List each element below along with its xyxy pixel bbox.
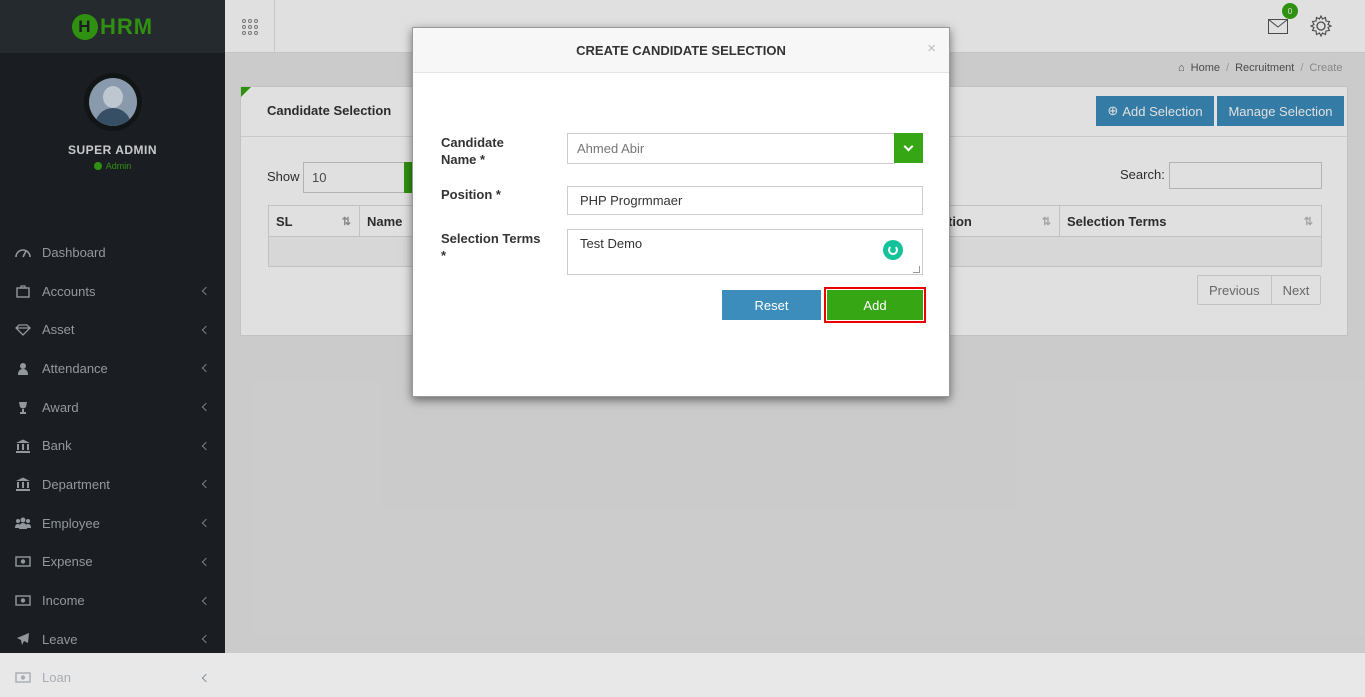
position-label: Position * xyxy=(441,187,501,202)
close-icon[interactable]: × xyxy=(927,40,936,57)
candidate-name-label: Candidate Name * xyxy=(441,135,504,167)
resize-grip-icon[interactable] xyxy=(913,266,920,273)
position-input[interactable]: PHP Progrmmaer xyxy=(567,186,923,215)
chevron-down-icon[interactable] xyxy=(894,133,923,163)
add-button-highlight: Add xyxy=(824,287,926,323)
reset-button[interactable]: Reset xyxy=(722,290,821,320)
modal-header: CREATE CANDIDATE SELECTION × xyxy=(413,28,949,73)
grammarly-icon[interactable] xyxy=(883,240,903,260)
sidebar-item-label: Loan xyxy=(42,670,71,686)
selection-terms-label: Selection Terms * xyxy=(441,231,541,263)
add-button[interactable]: Add xyxy=(827,290,923,320)
create-candidate-selection-modal: CREATE CANDIDATE SELECTION × Candidate Na… xyxy=(412,27,950,397)
money-icon xyxy=(14,671,32,685)
modal-title: CREATE CANDIDATE SELECTION xyxy=(576,43,786,58)
selection-terms-textarea[interactable]: Test Demo xyxy=(567,229,923,275)
chevron-left-icon xyxy=(201,673,211,683)
sidebar-item-loan[interactable]: Loan xyxy=(0,659,225,697)
candidate-name-select[interactable]: Ahmed Abir xyxy=(567,133,895,164)
